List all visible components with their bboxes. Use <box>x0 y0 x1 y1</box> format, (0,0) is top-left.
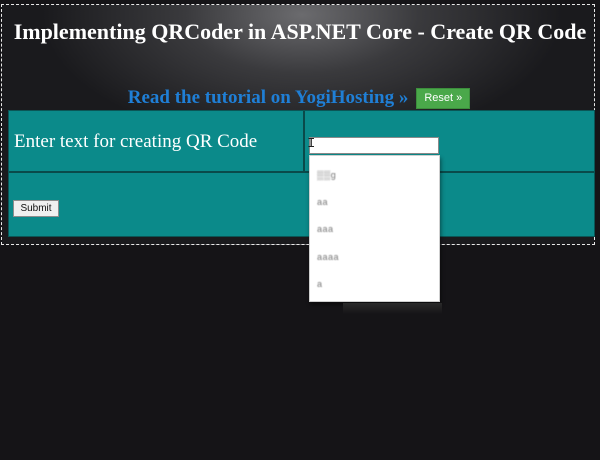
dropdown-shadow <box>343 303 442 314</box>
autocomplete-item[interactable]: aaaa <box>317 252 339 266</box>
autocomplete-item[interactable]: ▒▒g <box>317 170 336 184</box>
text-cursor-icon: I <box>307 136 316 152</box>
page-title: Implementing QRCoder in ASP.NET Core - C… <box>13 19 587 44</box>
autocomplete-dropdown[interactable]: ▒▒g aa aaa aaaa a <box>309 155 440 302</box>
autocomplete-item[interactable]: aa <box>317 197 328 211</box>
submit-button[interactable]: Submit <box>13 200 59 217</box>
tutorial-link[interactable]: Read the tutorial on YogiHosting » <box>128 87 409 108</box>
autocomplete-item[interactable]: aaa <box>317 224 334 238</box>
page: Implementing QRCoder in ASP.NET Core - C… <box>0 0 600 460</box>
reset-button[interactable]: Reset » <box>416 87 471 109</box>
qr-text-label: Enter text for creating QR Code <box>14 131 258 152</box>
qr-text-input[interactable] <box>309 137 439 154</box>
autocomplete-item[interactable]: a <box>317 279 323 293</box>
label-cell: Enter text for creating QR Code <box>9 111 305 173</box>
subheader: Read the tutorial on YogiHosting » Reset… <box>2 87 596 109</box>
qr-form-table: Enter text for creating QR Code I Submit <box>8 110 595 237</box>
